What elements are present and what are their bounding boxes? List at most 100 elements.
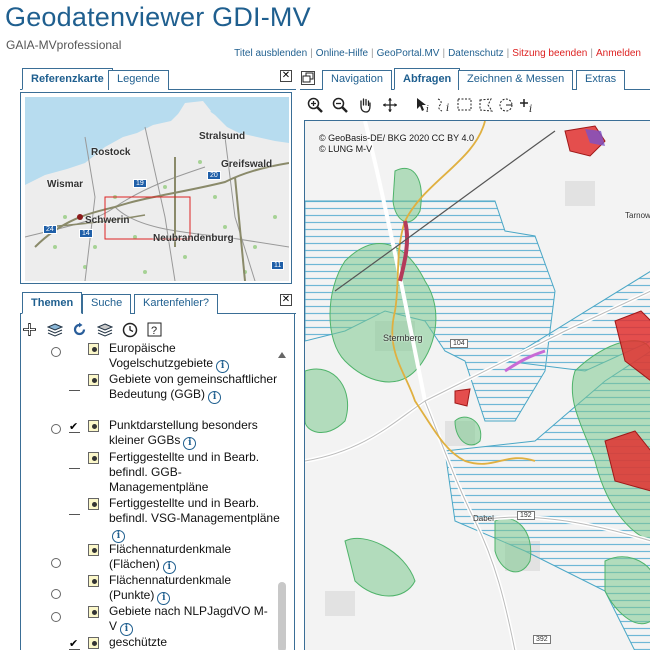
legend-swatch-icon bbox=[88, 575, 99, 587]
header-links: Titel ausblenden | Online-Hilfe | GeoPorta… bbox=[231, 48, 644, 59]
legend-swatch-icon bbox=[88, 606, 99, 618]
layer-radio[interactable] bbox=[51, 424, 61, 434]
add-layer-icon[interactable] bbox=[21, 321, 38, 338]
city-schwerin: Schwerin bbox=[85, 215, 130, 226]
clock-icon[interactable] bbox=[121, 321, 138, 338]
place-tarnow: Tarnow bbox=[625, 211, 650, 220]
layer-label: Flächennaturdenkmale (Flächen) i bbox=[109, 542, 232, 574]
city-neubrandenburg: Neubrandenburg bbox=[153, 233, 234, 244]
map-tabbar: Navigation Abfragen Zeichnen & Messen Ex… bbox=[300, 68, 650, 90]
city-rostock: Rostock bbox=[91, 147, 131, 158]
layer-label: Gebiete nach NLPJagdVO M-V i bbox=[109, 604, 268, 636]
tab-themen[interactable]: Themen bbox=[22, 292, 83, 314]
refresh-icon[interactable] bbox=[71, 321, 88, 338]
svg-text:i: i bbox=[529, 104, 532, 113]
themes-content: ? Europäische Vogelschutzgebiete i Gebiet… bbox=[20, 313, 295, 650]
scroll-up-arrow-icon[interactable] bbox=[278, 352, 286, 358]
place-sternberg: Sternberg bbox=[383, 333, 423, 343]
layer-checkbox[interactable]: ✔ bbox=[69, 639, 80, 650]
pan-hand-icon[interactable] bbox=[356, 97, 373, 114]
map-toolbar: i i i bbox=[300, 94, 650, 116]
legend-swatch-icon bbox=[88, 498, 99, 510]
svg-text:i: i bbox=[426, 105, 429, 113]
info-point-icon[interactable]: i bbox=[519, 97, 536, 114]
tab-kartenfehler[interactable]: Kartenfehler? bbox=[134, 294, 219, 314]
shield-24: 24 bbox=[43, 225, 57, 234]
layer-list-scrollbar[interactable] bbox=[276, 352, 288, 650]
link-datenschutz[interactable]: Datenschutz bbox=[445, 48, 507, 59]
zoom-in-icon[interactable] bbox=[306, 97, 323, 114]
link-online-hilfe[interactable]: Online-Hilfe bbox=[313, 48, 371, 59]
info-icon[interactable]: i bbox=[208, 391, 222, 404]
info-circle-icon[interactable] bbox=[498, 97, 515, 114]
reference-map-frame: Stralsund Rostock Greifswald Wismar Schw… bbox=[20, 92, 292, 284]
themes-panel: Themen Suche Kartenfehler? ✕ bbox=[20, 290, 296, 314]
layers-order-icon[interactable] bbox=[96, 321, 113, 338]
shield-19: 19 bbox=[133, 179, 147, 188]
layer-radio[interactable] bbox=[51, 612, 61, 622]
layer-radio[interactable] bbox=[51, 589, 61, 599]
layer-checkbox[interactable] bbox=[69, 380, 80, 391]
road-192: 192 bbox=[517, 511, 535, 520]
layer-label: geschützte bbox=[109, 635, 168, 649]
info-polygon-icon[interactable] bbox=[477, 97, 494, 114]
shield-14: 14 bbox=[79, 229, 93, 238]
shield-20: 20 bbox=[207, 171, 221, 180]
layer-checkbox[interactable] bbox=[69, 458, 80, 469]
layers-stack-icon[interactable] bbox=[46, 321, 63, 338]
city-wismar: Wismar bbox=[47, 179, 84, 190]
themes-tabbar: Themen Suche Kartenfehler? bbox=[20, 290, 296, 314]
road-392: 392 bbox=[533, 635, 551, 644]
help-icon[interactable]: ? bbox=[146, 321, 163, 338]
tab-suche[interactable]: Suche bbox=[82, 294, 132, 314]
link-sitzung-beenden[interactable]: Sitzung beenden bbox=[509, 48, 590, 59]
link-titel-ausblenden[interactable]: Titel ausblenden bbox=[231, 48, 310, 59]
legend-swatch-icon bbox=[88, 544, 99, 556]
svg-text:?: ? bbox=[151, 325, 157, 337]
legend-swatch-icon bbox=[88, 374, 99, 386]
layer-label: Punktdarstellung besonders kleiner GGBs i bbox=[109, 418, 258, 450]
move-arrows-icon[interactable] bbox=[381, 97, 398, 114]
legend-swatch-icon bbox=[88, 452, 99, 464]
map-graphic bbox=[305, 121, 650, 650]
info-icon[interactable]: i bbox=[183, 437, 197, 450]
tab-abfragen[interactable]: Abfragen bbox=[394, 68, 461, 90]
layer-radio[interactable] bbox=[51, 558, 61, 568]
zoom-out-icon[interactable] bbox=[331, 97, 348, 114]
map-canvas[interactable]: © GeoBasis-DE/ BKG 2020 CC BY 4.0 © LUNG… bbox=[304, 120, 650, 650]
reference-map[interactable]: Stralsund Rostock Greifswald Wismar Schw… bbox=[25, 97, 289, 281]
themes-toolbar: ? bbox=[21, 321, 163, 343]
info-pointer-icon[interactable]: i bbox=[414, 97, 431, 114]
tab-referenzkarte[interactable]: Referenzkarte bbox=[22, 68, 113, 90]
layer-radio[interactable] bbox=[51, 347, 61, 357]
link-anmelden[interactable]: Anmelden bbox=[593, 48, 644, 59]
city-stralsund: Stralsund bbox=[199, 131, 246, 142]
layer-checkbox[interactable] bbox=[69, 504, 80, 515]
tab-zeichnen-messen[interactable]: Zeichnen & Messen bbox=[458, 70, 574, 90]
place-dabel: Dabel bbox=[473, 514, 494, 523]
link-geoportal[interactable]: GeoPortal.MV bbox=[374, 48, 443, 59]
legend-swatch-icon bbox=[88, 637, 99, 649]
reference-close-button[interactable]: ✕ bbox=[280, 70, 292, 82]
legend-swatch-icon bbox=[88, 420, 99, 432]
reference-tabbar: Referenzkarte Legende bbox=[20, 66, 296, 90]
map-panel: Navigation Abfragen Zeichnen & Messen Ex… bbox=[300, 68, 650, 650]
layer-label: Europäische Vogelschutzgebiete i bbox=[109, 343, 281, 373]
themes-close-button[interactable]: ✕ bbox=[280, 294, 292, 306]
info-lasso-icon[interactable]: i bbox=[435, 97, 452, 114]
scroll-thumb[interactable] bbox=[278, 582, 286, 650]
layer-list: Europäische Vogelschutzgebiete i Gebiete … bbox=[21, 343, 283, 650]
road-104: 104 bbox=[450, 339, 468, 348]
info-rectangle-icon[interactable] bbox=[456, 97, 473, 114]
tab-legende[interactable]: Legende bbox=[108, 70, 169, 90]
layer-label: Flächennaturdenkmale (Punkte) i bbox=[109, 573, 232, 605]
shield-11: 11 bbox=[271, 261, 285, 270]
window-toggle-icon[interactable] bbox=[301, 71, 315, 85]
tab-extras[interactable]: Extras bbox=[576, 70, 626, 90]
layer-checkbox[interactable]: ✔ bbox=[69, 422, 80, 433]
legend-swatch-icon bbox=[88, 343, 99, 355]
layer-label: Fertiggestellte und in Bearb. befindl. G… bbox=[109, 450, 260, 494]
app-subtitle: GAIA-MVprofessional bbox=[6, 38, 122, 52]
app-title: Geodatenviewer GDI-MV bbox=[5, 2, 311, 32]
tab-navigation[interactable]: Navigation bbox=[322, 70, 392, 90]
